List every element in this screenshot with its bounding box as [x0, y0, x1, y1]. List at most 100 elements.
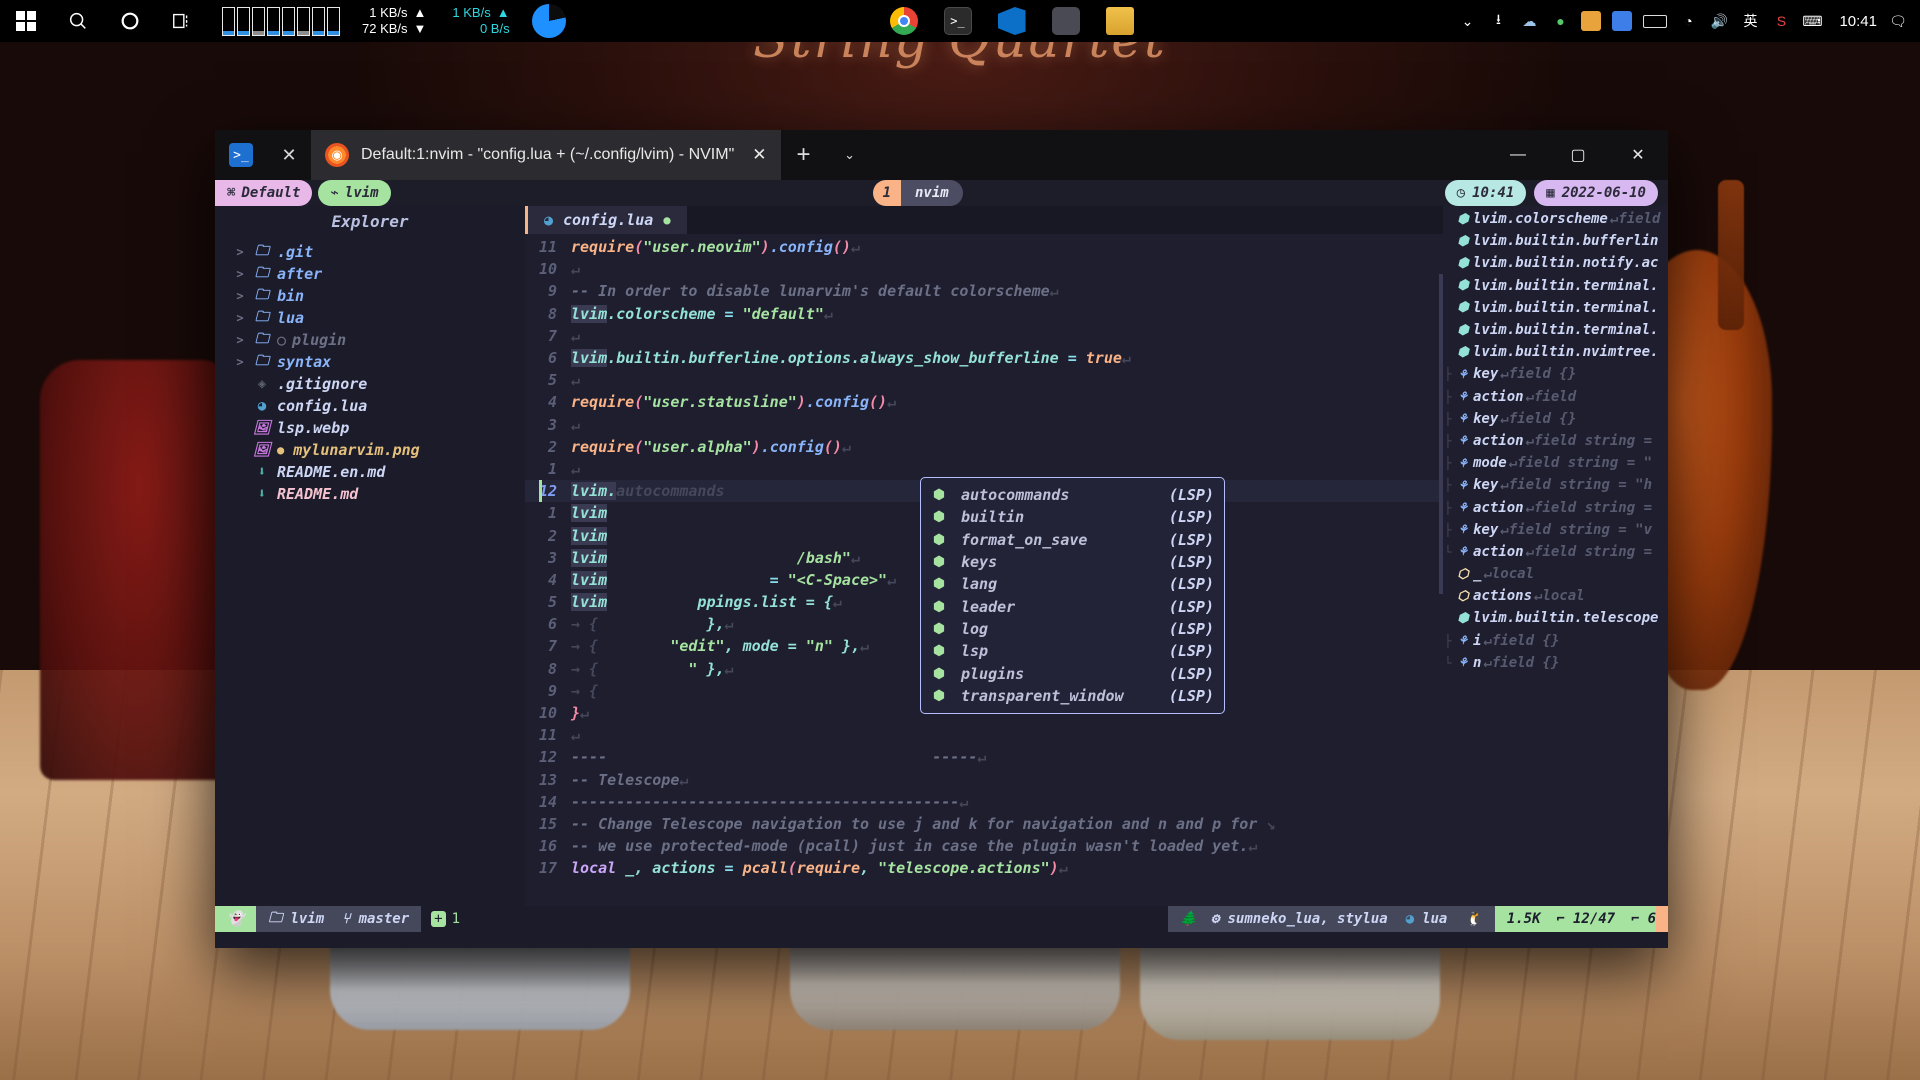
symbol-detail: ↵field [1609, 211, 1661, 228]
completion-item[interactable]: ⬢ keys (LSP) [921, 551, 1224, 573]
code-token: ↵ [679, 770, 689, 789]
left-tab-close-button[interactable]: ✕ [267, 130, 311, 180]
buffer-tab-config-lua[interactable]: ◕ config.lua ● [525, 206, 687, 234]
file-tree-item[interactable]: > 🗀 .git [233, 241, 525, 263]
net-up-arrow-icon: ▲ [413, 4, 427, 20]
code-editor-area[interactable]: 11 require("user.neovim").config()↵ 10 ↵ 9 --… [525, 234, 1443, 906]
files-icon[interactable] [1105, 7, 1134, 35]
tmux-session[interactable]: ⌘ Default [215, 180, 313, 206]
symbol-item[interactable]: ├ ⚘ mode ↵field string = " [1443, 452, 1668, 474]
symbol-item[interactable]: ├ ⚘ action ↵field [1443, 386, 1668, 408]
taskbar-clock[interactable]: 10:41 [1839, 13, 1877, 30]
file-tree-item[interactable]: 🖼 ● mylunarvim.png [233, 439, 525, 461]
completion-item[interactable]: ⬢ leader (LSP) [921, 595, 1224, 617]
completion-item[interactable]: ⬢ autocommands (LSP) [921, 484, 1224, 506]
file-tree-item[interactable]: ◕ config.lua [233, 395, 525, 417]
vscode-icon[interactable] [997, 7, 1026, 35]
tab-close-icon[interactable]: ✕ [752, 145, 766, 165]
symbol-item[interactable]: ⬡ _ ↵local [1443, 563, 1668, 585]
completion-item[interactable]: ⬢ log (LSP) [921, 618, 1224, 640]
chrome-icon[interactable] [889, 7, 918, 35]
code-token: ↵ [571, 726, 581, 745]
file-tree-item[interactable]: ⬇ README.en.md [233, 461, 525, 483]
symbol-item[interactable]: ├ ⚘ key ↵field {} [1443, 363, 1668, 385]
battery-icon[interactable] [1643, 14, 1668, 28]
symbol-item[interactable]: ⬢ lvim.colorscheme ↵field [1443, 208, 1668, 230]
line-number: 3 [547, 548, 557, 567]
orange-app-icon[interactable] [1581, 11, 1602, 31]
maximize-button[interactable]: ▢ [1548, 130, 1608, 180]
keyboard-icon[interactable]: ⌨ [1802, 11, 1822, 31]
search-button[interactable] [52, 0, 104, 42]
window-tab-nvim[interactable]: ◉ Default:1:nvim - "config.lua + (~/.con… [311, 130, 781, 180]
ghost-icon: 👻 [227, 911, 245, 927]
wifi-icon[interactable]: ◔ [1678, 11, 1698, 31]
file-tree-item[interactable]: > 🗀 syntax [233, 351, 525, 373]
symbol-item[interactable]: ⬢ lvim.builtin.terminal. [1443, 275, 1668, 297]
symbol-item[interactable]: ⬢ lvim.builtin.notify.ac [1443, 252, 1668, 274]
chevron-up-icon[interactable]: ⌄ [1457, 11, 1477, 31]
terminal-icon[interactable]: >_ [943, 7, 972, 35]
symbol-detail: ↵field string = [1525, 543, 1653, 560]
file-tree-item[interactable]: ⬇ README.md [233, 483, 525, 505]
file-tree-item[interactable]: > 🗀 ○ plugin [233, 329, 525, 351]
symbol-item[interactable]: ├ ⚘ i ↵field {} [1443, 630, 1668, 652]
code-token: -- In order to disable lunarvim's defaul… [571, 282, 1050, 301]
close-button[interactable]: ✕ [1608, 130, 1668, 180]
file-tree-item-label: plugin [292, 331, 347, 349]
code-token: "user.statusline" [643, 393, 797, 412]
code-token: ---- [571, 748, 608, 767]
symbol-item[interactable]: ⬢ lvim.builtin.telescope [1443, 607, 1668, 629]
file-tree[interactable]: > 🗀 .git > 🗀 after > 🗀 bin > 🗀 lua > 🗀 ○ plugin > 🗀 syntax… [215, 241, 525, 505]
task-view-button[interactable] [156, 0, 208, 42]
completion-item[interactable]: ⬢ lang (LSP) [921, 573, 1224, 595]
cloud-icon[interactable]: ☁ [1519, 11, 1539, 31]
symbol-item[interactable]: ⬡ actions ↵local [1443, 585, 1668, 607]
completion-item[interactable]: ⬢ plugins (LSP) [921, 662, 1224, 684]
completion-item[interactable]: ⬢ lsp (LSP) [921, 640, 1224, 662]
file-tree-item[interactable]: ◈ .gitignore [233, 373, 525, 395]
completion-item[interactable]: ⬢ transparent_window (LSP) [921, 685, 1224, 707]
symbol-item[interactable]: ⬢ lvim.builtin.terminal. [1443, 297, 1668, 319]
symbols-outline-panel[interactable]: ⬢ lvim.colorscheme ↵field ⬢ lvim.builtin.buf… [1443, 206, 1668, 906]
file-tree-item[interactable]: > 🗀 bin [233, 285, 525, 307]
code-line: 11 require("user.neovim").config()↵ [525, 236, 1443, 258]
completion-item[interactable]: ⬢ builtin (LSP) [921, 506, 1224, 528]
symbol-item[interactable]: ├ ⚘ action ↵field string = [1443, 496, 1668, 518]
volume-icon[interactable]: 🔊 [1709, 11, 1729, 31]
statusline-branch-label: master [358, 911, 410, 927]
cortana-button[interactable] [104, 0, 156, 42]
file-tree-item[interactable]: > 🗀 after [233, 263, 525, 285]
book-icon[interactable] [1051, 7, 1080, 35]
tab-dropdown-button[interactable]: ⌄ [827, 130, 873, 180]
green-app-icon[interactable]: ● [1550, 11, 1570, 31]
code-token: local [571, 859, 617, 878]
symbol-item[interactable]: ⬢ lvim.builtin.bufferlin [1443, 230, 1668, 252]
tmux-window-lvim[interactable]: ⌁ lvim [318, 180, 391, 206]
ime-icon[interactable]: 英 [1740, 11, 1760, 31]
line-number: 10 [538, 260, 557, 279]
code-token: "user.neovim" [643, 238, 761, 257]
completion-item[interactable]: ⬢ format_on_save (LSP) [921, 529, 1224, 551]
symbol-name: lvim.builtin.nvimtree. [1473, 344, 1659, 361]
symbol-item[interactable]: ├ ⚘ key ↵field string = "v [1443, 519, 1668, 541]
symbol-item[interactable]: ├ ⚘ key ↵field {} [1443, 408, 1668, 430]
symbol-item[interactable]: ├ ⚘ action ↵field string = [1443, 430, 1668, 452]
completion-popup[interactable]: ⬢ autocommands (LSP) ⬢ builtin (LSP) ⬢ format_o… [920, 477, 1225, 714]
symbol-item[interactable]: └ ⚘ action ↵field string = [1443, 541, 1668, 563]
symbol-item[interactable]: ⬢ lvim.builtin.nvimtree. [1443, 341, 1668, 363]
minimize-button[interactable]: — [1488, 130, 1548, 180]
file-tree-item[interactable]: 🖼 lsp.webp [233, 417, 525, 439]
download-icon[interactable]: ⭳ [1488, 11, 1508, 31]
symbol-detail: ↵field {} [1500, 410, 1577, 427]
symbol-item[interactable]: ├ ⚘ key ↵field string = "h [1443, 474, 1668, 496]
notification-icon[interactable]: 🗨 [1888, 11, 1908, 31]
sogou-icon[interactable]: S [1771, 11, 1791, 31]
disk-usage-pie-icon [531, 4, 566, 38]
new-tab-button[interactable]: + [781, 130, 827, 180]
file-tree-item[interactable]: > 🗀 lua [233, 307, 525, 329]
blue-app-icon[interactable] [1612, 11, 1633, 31]
symbol-item[interactable]: └ ⚘ n ↵field {} [1443, 652, 1668, 674]
symbol-item[interactable]: ⬢ lvim.builtin.terminal. [1443, 319, 1668, 341]
start-button[interactable] [0, 0, 52, 42]
